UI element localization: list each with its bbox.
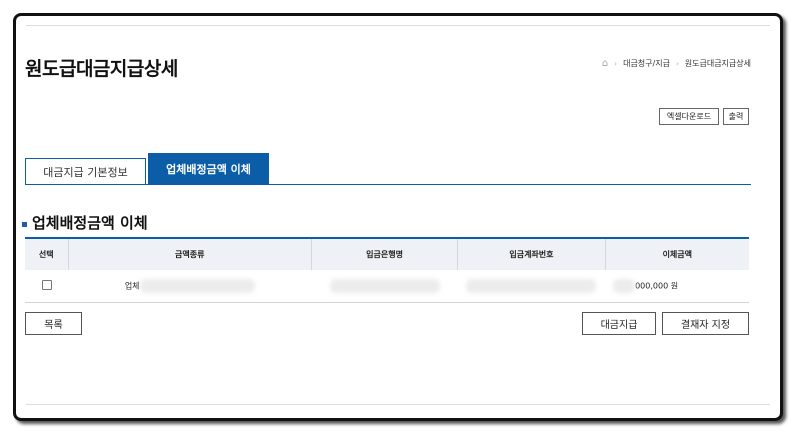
tab-company-transfer[interactable]: 업체배정금액 이체 [148, 153, 269, 185]
column-header-amount-type: 금액종류 [68, 237, 312, 270]
column-header-select: 선택 [25, 237, 69, 270]
row-checkbox[interactable] [41, 280, 52, 290]
chevron-right-icon: › [675, 59, 679, 68]
table-header-row: 선택 금액종류 입금은행명 입금계좌번호 이체금액 [25, 237, 749, 270]
redacted-block [139, 279, 255, 293]
assign-approver-button[interactable]: 결재자 지정 [662, 312, 749, 335]
section-header: 업체배정금액 이체 [22, 212, 148, 233]
row-select-cell [25, 270, 69, 303]
redacted-block [329, 279, 440, 293]
home-icon[interactable]: ⌂ [602, 58, 608, 69]
column-header-transfer-amount: 이체금액 [605, 237, 749, 270]
breadcrumb-item[interactable]: 대금청구/지급 [623, 58, 670, 69]
excel-download-button[interactable]: 엑셀다운로드 [659, 108, 719, 125]
breadcrumb-item-current: 원도급대금지급상세 [684, 59, 751, 68]
transfer-amount-value: 000,000 원 [635, 281, 679, 291]
page-title: 원도급대금지급상세 [25, 58, 178, 80]
transfer-table: 선택 금액종류 입금은행명 입금계좌번호 이체금액 업체 000,000 원 [25, 237, 749, 303]
top-divider [26, 25, 770, 26]
amount-type-cell: 업체 [68, 270, 312, 303]
print-button[interactable]: 출력 [723, 108, 749, 125]
bank-name-cell [311, 270, 458, 303]
pay-button[interactable]: 대금지급 [582, 312, 656, 335]
account-number-cell [457, 270, 606, 303]
redacted-block [466, 279, 597, 293]
table-row: 업체 000,000 원 [25, 270, 749, 303]
chevron-right-icon: › [614, 59, 618, 68]
redacted-block [613, 279, 636, 293]
bottom-divider [26, 404, 770, 405]
column-header-bank-name: 입금은행명 [311, 237, 459, 270]
breadcrumb: ⌂ › 대금청구/지급 › 원도급대금지급상세 [602, 58, 751, 69]
section-title: 업체배정금액 이체 [32, 214, 148, 232]
bullet-icon [22, 221, 27, 227]
amount-type-value: 업체 [124, 281, 140, 291]
tab-payment-basic-info[interactable]: 대금지급 기본정보 [25, 158, 146, 185]
list-button[interactable]: 목록 [25, 312, 82, 335]
transfer-amount-cell: 000,000 원 [605, 270, 749, 303]
column-header-account-number: 입금계좌번호 [457, 237, 606, 270]
tabs-divider [25, 184, 751, 185]
screenshot-frame: 원도급대금지급상세 ⌂ › 대금청구/지급 › 원도급대금지급상세 엑셀다운로드… [13, 13, 783, 421]
